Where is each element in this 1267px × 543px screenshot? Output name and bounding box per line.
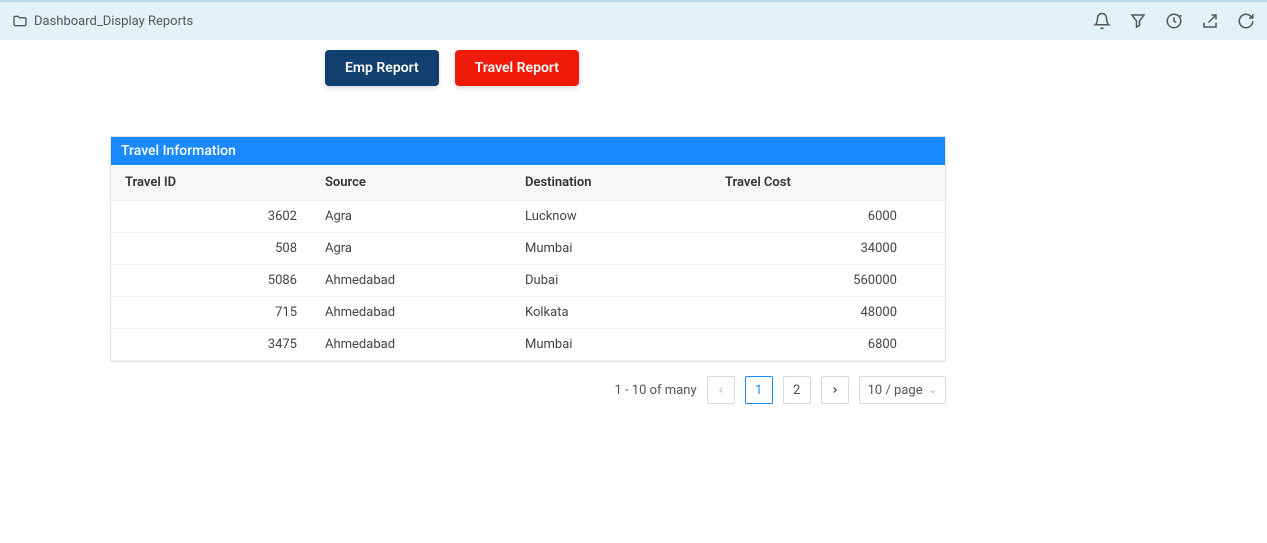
- chevron-right-icon: [830, 385, 840, 395]
- export-icon[interactable]: [1201, 12, 1219, 30]
- cell-travel-id: 3475: [111, 329, 311, 360]
- col-travel-cost[interactable]: Travel Cost: [711, 165, 925, 200]
- cell-source: Ahmedabad: [311, 297, 511, 328]
- breadcrumb: Dashboard_Display Reports: [12, 13, 193, 29]
- cell-travel-cost: 560000: [711, 265, 911, 296]
- filter-icon[interactable]: [1129, 12, 1147, 30]
- folder-icon: [12, 13, 28, 29]
- page-title: Dashboard_Display Reports: [34, 14, 193, 29]
- toolbar: [1093, 12, 1255, 30]
- cell-source: Ahmedabad: [311, 329, 511, 360]
- travel-info-panel: Travel Information Travel ID Source Dest…: [110, 136, 946, 362]
- cell-travel-cost: 6800: [711, 329, 911, 360]
- table-row[interactable]: 3602AgraLucknow6000: [111, 201, 945, 233]
- refresh-icon[interactable]: [1237, 12, 1255, 30]
- cell-travel-cost: 34000: [711, 233, 911, 264]
- cell-travel-id: 508: [111, 233, 311, 264]
- cell-travel-id: 715: [111, 297, 311, 328]
- clock-icon[interactable]: [1165, 12, 1183, 30]
- table-row[interactable]: 5086AhmedabadDubai560000: [111, 265, 945, 297]
- next-page-button[interactable]: [821, 376, 849, 404]
- pagination: 1 - 10 of many 12 10 / page ⌄: [110, 362, 946, 404]
- cell-destination: Dubai: [511, 265, 711, 296]
- top-bar: Dashboard_Display Reports: [0, 0, 1267, 40]
- travel-report-button[interactable]: Travel Report: [455, 50, 579, 86]
- chevron-left-icon: [716, 385, 726, 395]
- table-row[interactable]: 508AgraMumbai34000: [111, 233, 945, 265]
- panel-header: Travel Information: [111, 137, 945, 165]
- cell-travel-id: 3602: [111, 201, 311, 232]
- pagination-summary: 1 - 10 of many: [614, 383, 696, 398]
- report-tabs: Emp Report Travel Report: [0, 40, 1267, 96]
- table-body[interactable]: 3602AgraLucknow6000508AgraMumbai34000508…: [111, 201, 945, 361]
- page-size-select[interactable]: 10 / page ⌄: [859, 376, 946, 404]
- emp-report-button[interactable]: Emp Report: [325, 50, 439, 86]
- table-header: Travel ID Source Destination Travel Cost: [111, 165, 945, 201]
- cell-travel-cost: 48000: [711, 297, 911, 328]
- col-source[interactable]: Source: [311, 165, 511, 200]
- cell-travel-cost: 6000: [711, 201, 911, 232]
- cell-destination: Mumbai: [511, 233, 711, 264]
- bell-icon[interactable]: [1093, 12, 1111, 30]
- col-destination[interactable]: Destination: [511, 165, 711, 200]
- cell-source: Agra: [311, 201, 511, 232]
- cell-source: Agra: [311, 233, 511, 264]
- cell-source: Ahmedabad: [311, 265, 511, 296]
- col-travel-id[interactable]: Travel ID: [111, 165, 311, 200]
- chevron-down-icon: ⌄: [929, 385, 937, 396]
- page-size-label: 10 / page: [868, 383, 923, 398]
- page-button-2[interactable]: 2: [783, 376, 811, 404]
- main-content: Travel Information Travel ID Source Dest…: [0, 96, 1267, 404]
- prev-page-button[interactable]: [707, 376, 735, 404]
- page-button-1[interactable]: 1: [745, 376, 773, 404]
- cell-destination: Lucknow: [511, 201, 711, 232]
- cell-travel-id: 5086: [111, 265, 311, 296]
- cell-destination: Kolkata: [511, 297, 711, 328]
- cell-destination: Mumbai: [511, 329, 711, 360]
- table-row[interactable]: 715AhmedabadKolkata48000: [111, 297, 945, 329]
- table-row[interactable]: 3475AhmedabadMumbai6800: [111, 329, 945, 361]
